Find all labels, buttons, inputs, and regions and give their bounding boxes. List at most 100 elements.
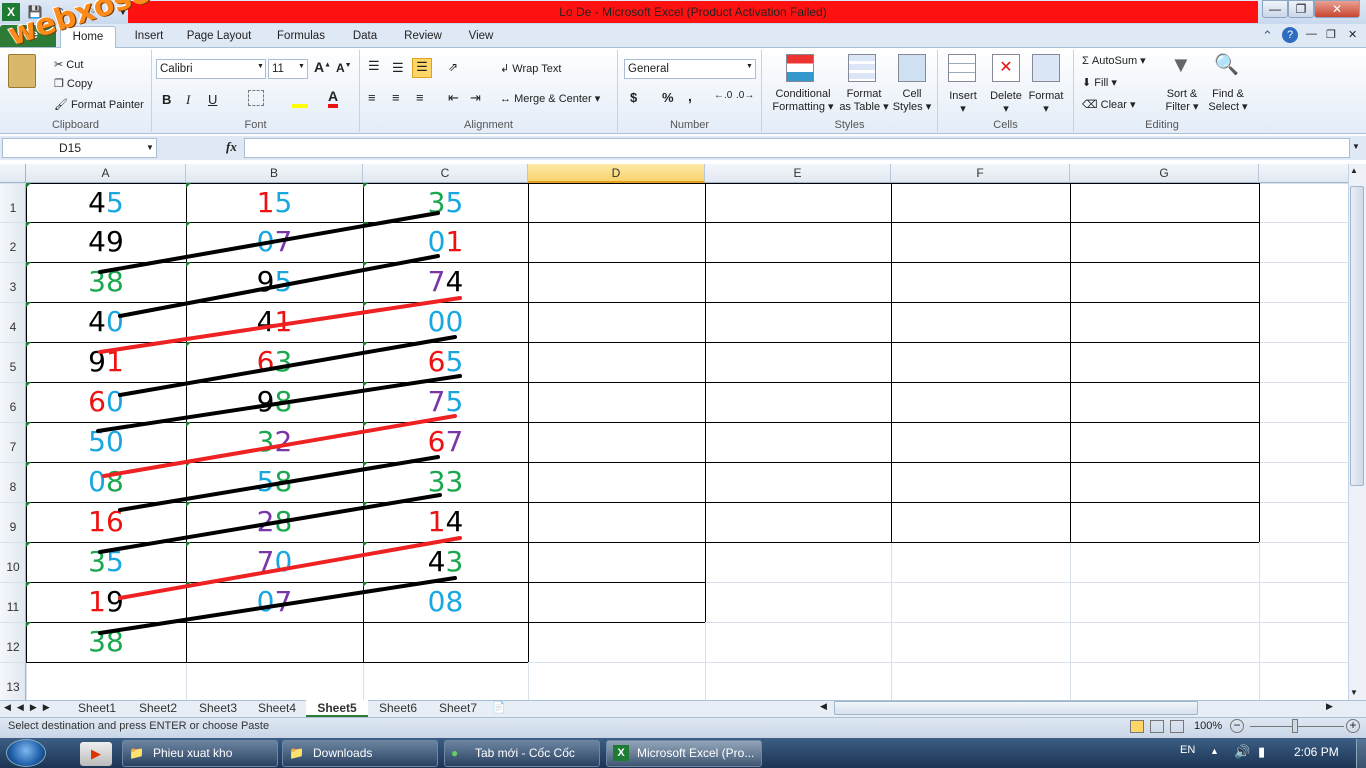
sheet-tab-sheet7[interactable]: Sheet7: [428, 700, 488, 717]
column-header-a[interactable]: A: [26, 164, 186, 183]
cell-b4[interactable]: 41: [186, 302, 363, 342]
sort-filter-icon[interactable]: ▼: [1170, 52, 1192, 78]
scroll-up-icon[interactable]: ▲: [1350, 166, 1358, 175]
cell-a6[interactable]: 60: [26, 382, 186, 422]
delete-cells-icon[interactable]: ✕: [992, 54, 1020, 82]
cell-a11[interactable]: 19: [26, 582, 186, 622]
cell-a2[interactable]: 49: [26, 222, 186, 262]
cell-c6[interactable]: 75: [363, 382, 528, 422]
italic-icon[interactable]: I: [186, 92, 190, 108]
ribbon-minimize-icon[interactable]: ⌃: [1262, 28, 1273, 44]
align-bottom-icon[interactable]: ☰: [412, 58, 432, 78]
normal-view-icon[interactable]: [1130, 720, 1144, 733]
align-center-icon[interactable]: ≡: [392, 90, 400, 105]
name-box-dropdown-icon[interactable]: ▼: [146, 143, 154, 152]
decrease-decimal-icon[interactable]: .0→: [736, 90, 754, 101]
vertical-scroll-thumb[interactable]: [1350, 186, 1364, 486]
comma-icon[interactable]: ,: [688, 88, 692, 104]
help-icon[interactable]: ?: [1282, 27, 1298, 43]
hscroll-right-icon[interactable]: ▶: [1326, 701, 1333, 712]
number-format-dropdown-icon[interactable]: ▼: [746, 63, 753, 70]
column-header-f[interactable]: F: [891, 164, 1070, 183]
paste-icon[interactable]: [8, 54, 36, 88]
cell-c1[interactable]: 35: [363, 183, 528, 222]
insert-cells-icon[interactable]: [948, 54, 976, 82]
cell-a4[interactable]: 40: [26, 302, 186, 342]
increase-indent-icon[interactable]: ⇥: [470, 90, 481, 106]
conditional-formatting-icon[interactable]: [786, 54, 814, 82]
taskbar-item-downloads[interactable]: 📁 Downloads: [282, 740, 438, 767]
format-as-table-button[interactable]: Format as Table ▾: [838, 88, 890, 114]
insert-function-icon[interactable]: fx: [226, 139, 237, 155]
cell-a1[interactable]: 45: [26, 183, 186, 222]
copy-button[interactable]: ❐ Copy: [54, 77, 93, 90]
hscroll-left-icon[interactable]: ◀: [820, 701, 827, 712]
cell-c3[interactable]: 74: [363, 262, 528, 302]
expand-formula-bar-icon[interactable]: ▼: [1352, 142, 1360, 151]
orientation-icon[interactable]: ⇗: [448, 60, 458, 74]
font-family-dropdown-icon[interactable]: ▼: [257, 63, 264, 70]
tray-expand-icon[interactable]: ▲: [1210, 746, 1219, 756]
cell-b3[interactable]: 95: [186, 262, 363, 302]
cell-a8[interactable]: 08: [26, 462, 186, 502]
sheet-nav-icons[interactable]: ◀◀▶▶: [4, 702, 56, 713]
tab-formulas[interactable]: Formulas: [270, 26, 332, 48]
cell-c11[interactable]: 08: [363, 582, 528, 622]
grow-font-icon[interactable]: A▲: [314, 59, 331, 75]
cell-c10[interactable]: 43: [363, 542, 528, 582]
percent-icon[interactable]: %: [662, 90, 674, 105]
tab-insert[interactable]: Insert: [120, 26, 178, 48]
page-layout-view-icon[interactable]: [1150, 720, 1164, 733]
align-middle-icon[interactable]: ☰: [392, 60, 404, 76]
column-header-c[interactable]: C: [363, 164, 528, 183]
language-indicator[interactable]: EN: [1180, 744, 1195, 756]
tab-data[interactable]: Data: [344, 26, 386, 48]
cell-c9[interactable]: 14: [363, 502, 528, 542]
clear-button[interactable]: ⌫ Clear ▾: [1082, 98, 1136, 111]
conditional-formatting-button[interactable]: Conditional Formatting ▾: [768, 88, 838, 114]
cell-c4[interactable]: 00: [363, 302, 528, 342]
cell-b6[interactable]: 98: [186, 382, 363, 422]
column-header-d[interactable]: D: [528, 164, 705, 183]
align-left-icon[interactable]: ≡: [368, 90, 376, 105]
doc-restore-icon[interactable]: ❐: [1326, 28, 1336, 41]
align-right-icon[interactable]: ≡: [416, 90, 424, 105]
minimize-button[interactable]: —: [1262, 0, 1288, 18]
sheet-tab-sheet4[interactable]: Sheet4: [248, 700, 306, 717]
cell-a12[interactable]: 38: [26, 622, 186, 662]
insert-button[interactable]: Insert ▾: [946, 90, 980, 115]
close-button[interactable]: ✕: [1314, 0, 1360, 18]
sheet-tab-sheet3[interactable]: Sheet3: [188, 700, 248, 717]
cell-b8[interactable]: 58: [186, 462, 363, 502]
show-desktop-button[interactable]: [1356, 739, 1366, 768]
column-header-g[interactable]: G: [1070, 164, 1259, 183]
zoom-in-icon[interactable]: +: [1346, 719, 1360, 733]
cell-styles-button[interactable]: Cell Styles ▾: [892, 88, 932, 114]
cell-a9[interactable]: 16: [26, 502, 186, 542]
volume-icon[interactable]: 🔊: [1234, 744, 1250, 760]
align-top-icon[interactable]: ☰: [368, 58, 380, 74]
font-color-icon[interactable]: A: [328, 88, 339, 108]
format-button[interactable]: Format ▾: [1026, 90, 1066, 115]
tab-view[interactable]: View: [460, 26, 502, 48]
sheet-tab-sheet6[interactable]: Sheet6: [368, 700, 428, 717]
delete-button[interactable]: Delete ▾: [988, 90, 1024, 115]
cell-b11[interactable]: 07: [186, 582, 363, 622]
taskbar-item-excel[interactable]: X Microsoft Excel (Pro...: [606, 740, 762, 767]
sheet-tab-sheet1[interactable]: Sheet1: [66, 700, 128, 717]
format-cells-icon[interactable]: [1032, 54, 1060, 82]
scroll-down-icon[interactable]: ▼: [1350, 688, 1358, 697]
maximize-button[interactable]: ❐: [1288, 0, 1314, 18]
underline-icon[interactable]: U: [208, 92, 217, 107]
doc-close-icon[interactable]: ✕: [1348, 28, 1357, 41]
tab-page-layout[interactable]: Page Layout: [182, 26, 256, 48]
increase-decimal-icon[interactable]: ←.0: [714, 90, 732, 101]
fill-button[interactable]: ⬇ Fill ▾: [1082, 76, 1117, 89]
cell-b10[interactable]: 70: [186, 542, 363, 582]
format-painter-button[interactable]: 🖌 Format Painter: [54, 98, 144, 111]
cell-c5[interactable]: 65: [363, 342, 528, 382]
autosum-button[interactable]: Σ AutoSum ▾: [1082, 54, 1146, 67]
cell-styles-icon[interactable]: [898, 54, 926, 82]
cell-c2[interactable]: 01: [363, 222, 528, 262]
cell-c8[interactable]: 33: [363, 462, 528, 502]
